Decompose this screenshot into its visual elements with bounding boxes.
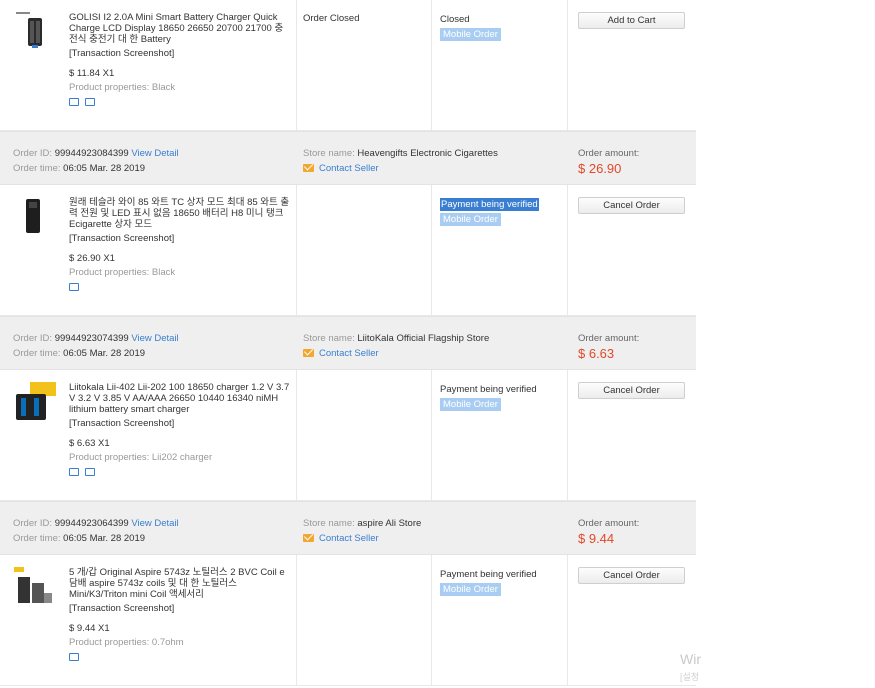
truck-icon[interactable] xyxy=(69,653,79,661)
order-amount: $ 6.63 xyxy=(578,346,615,361)
order-id: 99944923064399 xyxy=(54,518,129,529)
transaction-screenshot-link[interactable]: [Transaction Screenshot] xyxy=(69,418,291,430)
order-row-2: 원래 테슬라 와이 85 와트 TC 상자 모드 최대 85 와트 출력 전원 … xyxy=(0,185,696,316)
status-text: Payment being verified xyxy=(440,569,537,580)
invoice-icon[interactable] xyxy=(85,98,95,106)
product-thumbnail[interactable] xyxy=(16,197,46,237)
mobile-order-badge: Mobile Order xyxy=(440,213,501,226)
order-row-4: 5 개/갑 Original Aspire 5743z 노틸러스 2 BVC C… xyxy=(0,555,696,686)
order-header-4: Order ID: 99944923064399 View Detail Orde… xyxy=(0,501,696,555)
product-title[interactable]: 5 개/갑 Original Aspire 5743z 노틸러스 2 BVC C… xyxy=(69,567,291,600)
order-closed-text: Order Closed xyxy=(303,13,360,24)
watermark-line-1: Wir xyxy=(680,651,701,667)
product-properties: Product properties: 0.7ohm xyxy=(69,637,184,648)
mobile-order-badge: Mobile Order xyxy=(440,398,501,411)
order-amount-label: Order amount: xyxy=(578,518,640,529)
product-price: $ 6.63 X1 xyxy=(69,438,110,449)
order-amount-label: Order amount: xyxy=(578,333,640,344)
product-info: 원래 테슬라 와이 85 와트 TC 상자 모드 최대 85 와트 출력 전원 … xyxy=(69,197,291,293)
product-info: Liitokala Lii-402 Lii-202 100 18650 char… xyxy=(69,382,291,478)
cancel-order-button[interactable]: Cancel Order xyxy=(578,197,685,214)
order-row-1: GOLISI I2 2.0A Mini Smart Battery Charge… xyxy=(0,0,696,131)
product-thumbnail[interactable] xyxy=(16,12,46,52)
product-price: $ 26.90 X1 xyxy=(69,253,115,264)
store-name[interactable]: Heavengifts Electronic Cigarettes xyxy=(357,148,497,159)
view-detail-link[interactable]: View Detail xyxy=(131,518,178,529)
mobile-order-badge: Mobile Order xyxy=(440,28,501,41)
add-to-cart-button[interactable]: Add to Cart xyxy=(578,12,685,29)
product-title[interactable]: Liitokala Lii-402 Lii-202 100 18650 char… xyxy=(69,382,291,415)
product-info: 5 개/갑 Original Aspire 5743z 노틸러스 2 BVC C… xyxy=(69,567,291,663)
mobile-order-badge: Mobile Order xyxy=(440,583,501,596)
order-time: 06:05 Mar. 28 2019 xyxy=(63,163,146,174)
order-id: 99944923074399 xyxy=(54,333,129,344)
product-properties: Product properties: Black xyxy=(69,82,176,93)
watermark-line-2: [설정 xyxy=(680,672,700,682)
invoice-icon[interactable] xyxy=(85,468,95,476)
product-price: $ 11.84 X1 xyxy=(69,68,115,79)
transaction-screenshot-link[interactable]: [Transaction Screenshot] xyxy=(69,233,291,245)
mail-icon[interactable] xyxy=(303,534,314,542)
order-state: Payment being verified Mobile Order xyxy=(440,198,560,226)
order-row-3: Liitokala Lii-402 Lii-202 100 18650 char… xyxy=(0,370,696,501)
transaction-screenshot-link[interactable]: [Transaction Screenshot] xyxy=(69,603,291,615)
order-id: 99944923084399 xyxy=(54,148,129,159)
product-thumbnail[interactable] xyxy=(14,567,54,607)
truck-icon[interactable] xyxy=(69,283,79,291)
cancel-order-button[interactable]: Cancel Order xyxy=(578,567,685,584)
product-title[interactable]: GOLISI I2 2.0A Mini Smart Battery Charge… xyxy=(69,12,291,45)
contact-seller-link[interactable]: Contact Seller xyxy=(319,348,379,359)
order-amount-label: Order amount: xyxy=(578,148,640,159)
view-detail-link[interactable]: View Detail xyxy=(131,333,178,344)
truck-icon[interactable] xyxy=(69,98,79,106)
order-time: 06:05 Mar. 28 2019 xyxy=(63,533,146,544)
product-thumbnail[interactable] xyxy=(16,382,56,422)
view-detail-link[interactable]: View Detail xyxy=(131,148,178,159)
order-header-2: Order ID: 99944923084399 View Detail Orde… xyxy=(0,131,696,185)
contact-seller-link[interactable]: Contact Seller xyxy=(319,533,379,544)
order-state: Closed Mobile Order xyxy=(440,13,560,41)
status-text: Payment being verified xyxy=(440,384,537,395)
order-list: GOLISI I2 2.0A Mini Smart Battery Charge… xyxy=(0,0,696,686)
truck-icon[interactable] xyxy=(69,468,79,476)
store-name[interactable]: LiitoKala Official Flagship Store xyxy=(357,333,489,344)
product-title[interactable]: 원래 테슬라 와이 85 와트 TC 상자 모드 최대 85 와트 출력 전원 … xyxy=(69,197,291,230)
order-amount: $ 26.90 xyxy=(578,161,622,176)
product-properties: Product properties: Lii202 charger xyxy=(69,452,213,463)
cancel-order-button[interactable]: Cancel Order xyxy=(578,382,685,399)
store-name[interactable]: aspire Ali Store xyxy=(357,518,421,529)
order-time: 06:05 Mar. 28 2019 xyxy=(63,348,146,359)
contact-seller-link[interactable]: Contact Seller xyxy=(319,163,379,174)
status-text: Payment being verified xyxy=(440,198,539,211)
product-info: GOLISI I2 2.0A Mini Smart Battery Charge… xyxy=(69,12,291,108)
order-state: Payment being verified Mobile Order xyxy=(440,383,560,411)
product-price: $ 9.44 X1 xyxy=(69,623,110,634)
mail-icon[interactable] xyxy=(303,164,314,172)
order-header-3: Order ID: 99944923074399 View Detail Orde… xyxy=(0,316,696,370)
order-amount: $ 9.44 xyxy=(578,531,615,546)
product-properties: Product properties: Black xyxy=(69,267,176,278)
transaction-screenshot-link[interactable]: [Transaction Screenshot] xyxy=(69,48,291,60)
status-text: Closed xyxy=(440,14,470,25)
mail-icon[interactable] xyxy=(303,349,314,357)
order-state: Payment being verified Mobile Order xyxy=(440,568,560,596)
